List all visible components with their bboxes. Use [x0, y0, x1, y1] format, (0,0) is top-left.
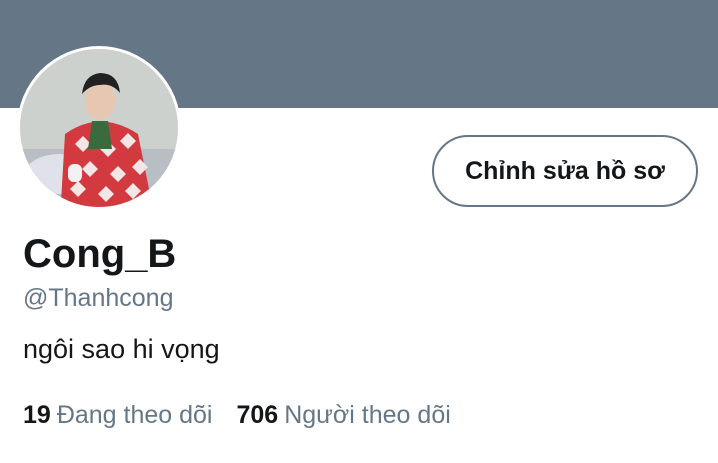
follow-stats: 19 Đang theo dõi 706 Người theo dõi: [23, 398, 451, 432]
edit-profile-button[interactable]: Chỉnh sửa hồ sơ: [432, 135, 698, 207]
followers-label: Người theo dõi: [284, 401, 451, 429]
followers-count: 706: [236, 401, 279, 429]
following-link[interactable]: 19 Đang theo dõi: [23, 398, 213, 432]
display-name: Cong_B: [23, 232, 177, 276]
following-count: 19: [23, 401, 51, 429]
username-handle: @Thanhcong: [23, 284, 174, 312]
profile-bio: ngôi sao hi vọng: [23, 334, 220, 364]
avatar-photo: [20, 49, 178, 207]
followers-link[interactable]: 706 Người theo dõi: [237, 398, 451, 432]
following-label: Đang theo dõi: [56, 401, 213, 429]
avatar[interactable]: [20, 49, 178, 207]
